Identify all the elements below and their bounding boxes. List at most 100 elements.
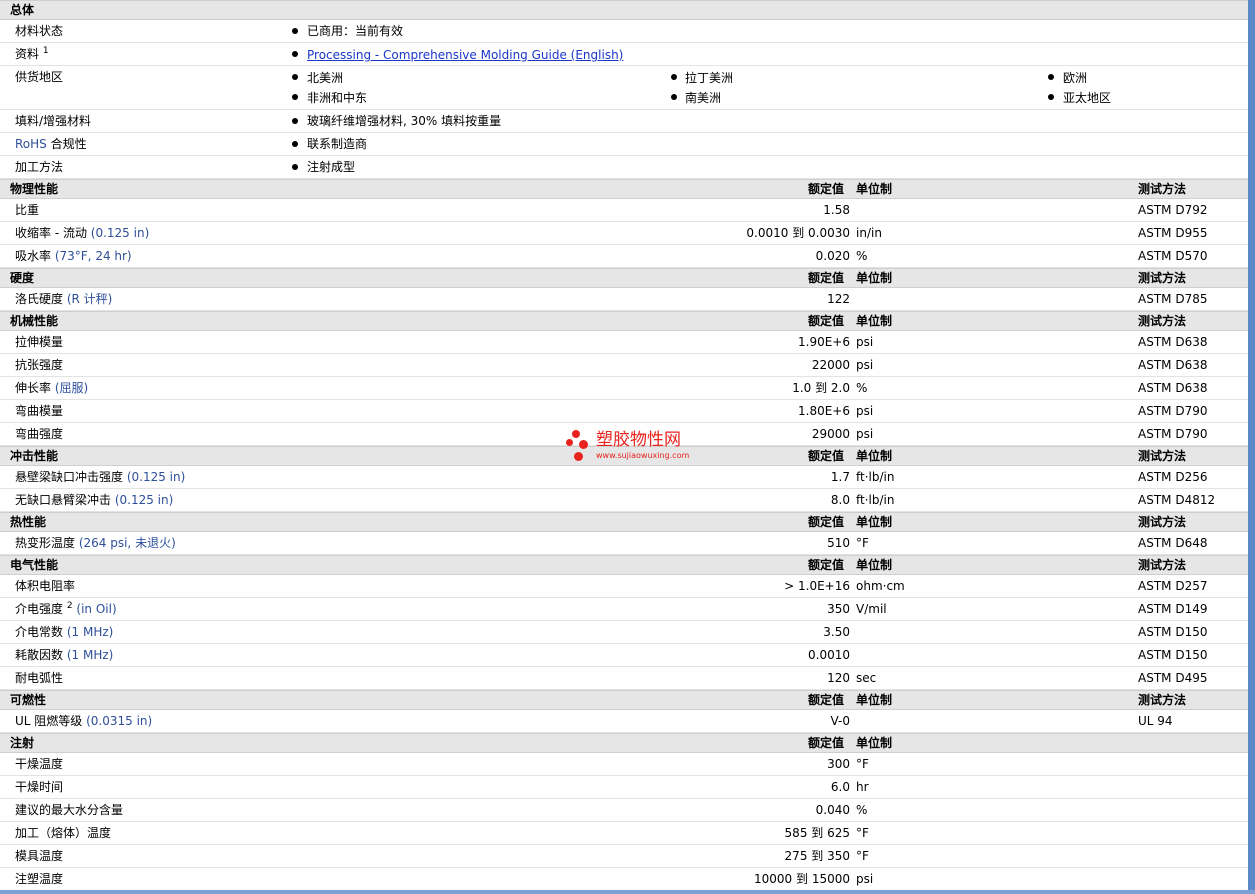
table-row: 介电强度 2 (in Oil) 350 V/mil ASTM D149 bbox=[0, 598, 1248, 621]
test-method: ASTM D790 bbox=[1138, 404, 1208, 418]
property-label: 干燥温度 bbox=[15, 757, 64, 771]
material-status-value: 已商用：当前有效 bbox=[307, 24, 404, 38]
property-name: 资料 1 bbox=[15, 46, 49, 62]
property-unit: hr bbox=[856, 780, 869, 794]
property-value: 6.0 bbox=[830, 780, 850, 794]
property-condition: (R 计秤) bbox=[63, 292, 113, 306]
bullet-icon bbox=[292, 94, 298, 100]
section-title: 总体 bbox=[10, 3, 35, 17]
processing-guide-link[interactable]: Processing - Comprehensive Molding Guide… bbox=[307, 47, 623, 63]
column-header-unit: 单位制 bbox=[856, 736, 893, 750]
property-name: 收缩率 - 流动 (0.125 in) bbox=[15, 225, 149, 241]
row-rohs: RoHS 合规性 联系制造商 bbox=[0, 133, 1248, 156]
property-name: 比重 bbox=[15, 202, 39, 218]
property-condition: (0.125 in) bbox=[86, 226, 150, 240]
table-row: 吸水率 (73°F, 24 hr) 0.020% ASTM D570 bbox=[0, 245, 1248, 268]
property-value: 1.80E+6 bbox=[798, 404, 850, 418]
property-label: 抗张强度 bbox=[15, 358, 64, 372]
region-item: 拉丁美洲 bbox=[685, 71, 734, 85]
bottom-scrollbar[interactable] bbox=[0, 890, 1255, 894]
test-method: ASTM D790 bbox=[1138, 427, 1208, 441]
column-header-method: 测试方法 bbox=[1138, 558, 1187, 572]
bullet-icon bbox=[292, 28, 298, 34]
watermark-url: www.sujiaowuxing.com bbox=[596, 451, 690, 460]
property-unit: psi bbox=[856, 404, 874, 418]
section-header-electrical: 电气性能 额定值 单位制 测试方法 bbox=[0, 555, 1248, 575]
table-row: 干燥时间 6.0 hr bbox=[0, 776, 1248, 799]
section-header-physical: 物理性能 额定值 单位制 测试方法 bbox=[0, 179, 1248, 199]
property-value: 10000 到 15000 bbox=[754, 872, 850, 886]
test-method: UL 94 bbox=[1138, 714, 1173, 728]
property-name: 抗张强度 bbox=[15, 357, 63, 373]
region-item: 非洲和中东 bbox=[307, 91, 368, 105]
property-name: 加工（熔体）温度 bbox=[15, 825, 111, 841]
property-unit: % bbox=[856, 249, 868, 263]
property-condition: (73°F, 24 hr) bbox=[51, 249, 132, 263]
property-name: 无缺口悬臂梁冲击 (0.125 in) bbox=[15, 492, 173, 508]
property-condition: (1 MHz) bbox=[63, 625, 114, 639]
test-method: ASTM D495 bbox=[1138, 671, 1208, 685]
column-header-method: 测试方法 bbox=[1138, 693, 1187, 707]
property-name: 热变形温度 (264 psi, 未退火) bbox=[15, 535, 176, 551]
table-row: 无缺口悬臂梁冲击 (0.125 in) 8.0 ft·lb/in ASTM D4812 bbox=[0, 489, 1248, 512]
property-unit: V/mil bbox=[856, 602, 887, 616]
region-item: 南美洲 bbox=[685, 91, 722, 105]
property-label: 介电强度 bbox=[15, 602, 64, 616]
section-header-hardness: 硬度 额定值 单位制 测试方法 bbox=[0, 268, 1248, 288]
watermark-name: 塑胶物性网 bbox=[596, 430, 681, 450]
property-name: 干燥温度 bbox=[15, 756, 63, 772]
property-condition: (in Oil) bbox=[72, 602, 117, 616]
test-method: ASTM D955 bbox=[1138, 226, 1208, 240]
property-label: 伸长率 bbox=[15, 381, 52, 395]
region-item: 亚太地区 bbox=[1063, 91, 1112, 105]
table-row: 悬壁梁缺口冲击强度 (0.125 in) 1.7 ft·lb/in ASTM D256 bbox=[0, 466, 1248, 489]
property-condition: (0.125 in) bbox=[123, 470, 186, 484]
bullet-icon bbox=[292, 141, 298, 147]
property-unit: % bbox=[856, 381, 868, 395]
property-unit: °F bbox=[856, 849, 869, 863]
property-value: 3.50 bbox=[823, 625, 850, 639]
column-header-value: 额定值 bbox=[808, 314, 845, 328]
row-processing-method: 加工方法 注射成型 bbox=[0, 156, 1248, 179]
property-value: 585 到 625 bbox=[784, 826, 850, 840]
property-value: 1.58 bbox=[823, 203, 850, 217]
property-unit: ohm·cm bbox=[856, 579, 905, 593]
section-title: 硬度 bbox=[10, 271, 35, 285]
table-row: 加工（熔体）温度 585 到 625 °F bbox=[0, 822, 1248, 845]
property-label: 热变形温度 bbox=[15, 536, 76, 550]
section-title: 电气性能 bbox=[10, 558, 59, 572]
property-name: 供货地区 bbox=[15, 70, 64, 84]
table-row: 洛氏硬度 (R 计秤) 122 ASTM D785 bbox=[0, 288, 1248, 311]
vertical-scrollbar[interactable] bbox=[1248, 0, 1255, 894]
column-header-unit: 单位制 bbox=[856, 515, 893, 529]
property-unit: % bbox=[856, 803, 868, 817]
property-label: 弯曲模量 bbox=[15, 404, 64, 418]
column-header-unit: 单位制 bbox=[856, 182, 893, 196]
section-header-mechanical: 机械性能 额定值 单位制 测试方法 bbox=[0, 311, 1248, 331]
property-label: 比重 bbox=[15, 203, 40, 217]
property-label: 耐电弧性 bbox=[15, 671, 64, 685]
table-row: 伸长率 (屈服) 1.0 到 2.0% ASTM D638 bbox=[0, 377, 1248, 400]
property-label: 弯曲强度 bbox=[15, 427, 64, 441]
test-method: ASTM D792 bbox=[1138, 203, 1208, 217]
column-header-method: 测试方法 bbox=[1138, 314, 1187, 328]
column-header-unit: 单位制 bbox=[856, 271, 893, 285]
table-row: 拉伸模量 1.90E+6 psi ASTM D638 bbox=[0, 331, 1248, 354]
row-datasheet: 资料 1 Processing - Comprehensive Molding … bbox=[0, 43, 1248, 66]
section-header-injection: 注射 额定值 单位制 bbox=[0, 733, 1248, 753]
section-header-general: 总体 bbox=[0, 0, 1248, 20]
property-name: RoHS 合规性 bbox=[15, 137, 87, 151]
processing-value: 注射成型 bbox=[307, 160, 356, 174]
table-row: 干燥温度 300 °F bbox=[0, 753, 1248, 776]
watermark-dot bbox=[572, 430, 580, 438]
property-value: 0.020 bbox=[815, 249, 850, 263]
column-header-unit: 单位制 bbox=[856, 314, 893, 328]
bullet-icon bbox=[292, 51, 298, 57]
row-material-status: 材料状态 已商用：当前有效 bbox=[0, 20, 1248, 43]
table-row: 比重 1.58 ASTM D792 bbox=[0, 199, 1248, 222]
table-row: 建议的最大水分含量 0.040% bbox=[0, 799, 1248, 822]
property-name: 弯曲模量 bbox=[15, 403, 63, 419]
table-row: 弯曲模量 1.80E+6 psi ASTM D790 bbox=[0, 400, 1248, 423]
section-title: 机械性能 bbox=[10, 314, 59, 328]
property-name: 介电强度 2 (in Oil) bbox=[15, 601, 117, 617]
